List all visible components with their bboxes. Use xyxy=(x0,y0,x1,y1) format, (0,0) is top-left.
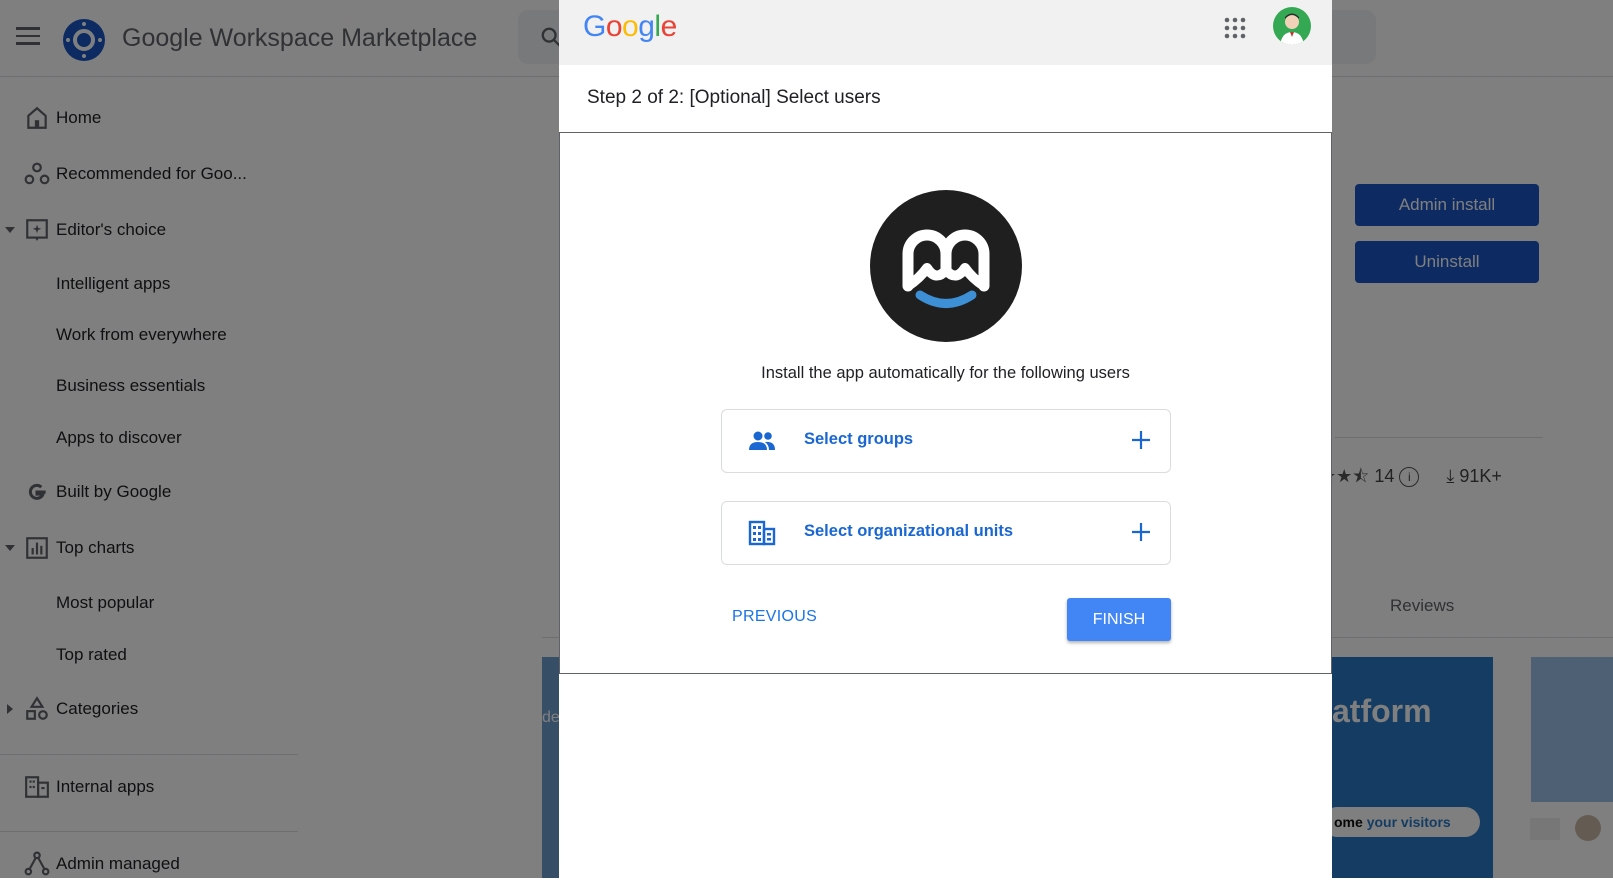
finish-button[interactable]: FINISH xyxy=(1067,598,1171,641)
select-org-units-card[interactable]: Select organizational units xyxy=(721,501,1171,565)
install-description: Install the app automatically for the fo… xyxy=(761,364,1130,382)
person-icon xyxy=(1280,13,1304,45)
google-logo: Google xyxy=(583,10,677,43)
step-title: Step 2 of 2: [Optional] Select users xyxy=(587,87,881,108)
account-avatar[interactable] xyxy=(1273,7,1311,45)
app-logo-icon xyxy=(902,229,990,308)
add-org-units-icon[interactable] xyxy=(1130,521,1152,543)
app-logo xyxy=(870,190,1022,342)
select-groups-card[interactable]: Select groups xyxy=(721,409,1171,473)
select-groups-label: Select groups xyxy=(804,430,914,448)
dialog-header: Google xyxy=(559,0,1332,65)
dialog-content: Install the app automatically for the fo… xyxy=(559,132,1332,674)
apps-grid-icon[interactable] xyxy=(1223,16,1247,40)
org-unit-building-icon xyxy=(748,520,776,546)
step-bar: Step 2 of 2: [Optional] Select users xyxy=(559,65,1332,133)
install-dialog: Google Step 2 of 2: [Optional] Select us… xyxy=(559,0,1332,878)
previous-button[interactable]: PREVIOUS xyxy=(732,608,817,626)
add-groups-icon[interactable] xyxy=(1130,429,1152,451)
select-org-units-label: Select organizational units xyxy=(804,522,1014,540)
groups-icon xyxy=(749,431,775,450)
